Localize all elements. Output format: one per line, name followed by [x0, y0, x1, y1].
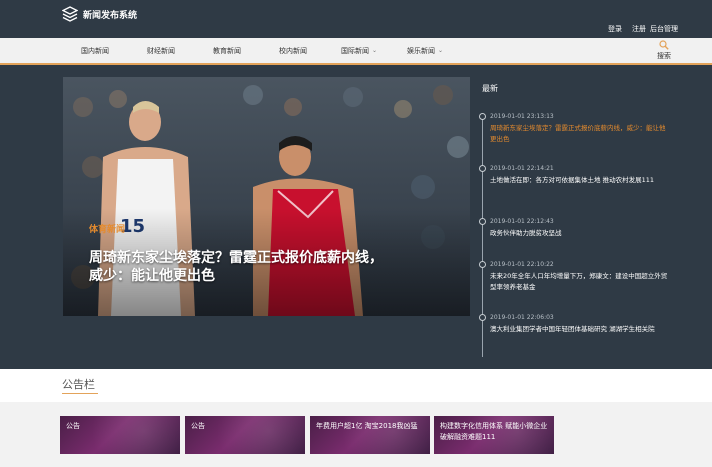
- timeline-time: 2019-01-01 22:12:43: [490, 218, 554, 225]
- timeline-dot: [479, 165, 486, 172]
- main-nav: 国内新闻 财经新闻 教育新闻 校内新闻 国际新闻 ⌄ 娱乐新闻 ⌄ 搜索: [0, 38, 712, 65]
- timeline-headline[interactable]: 政务伙伴助力脱贫攻坚战: [490, 228, 670, 239]
- timeline-headline[interactable]: 未来20年全年人口年均增量下万，郑康文：建设中国超立外贸型率领养老基金: [490, 271, 670, 293]
- timeline-dot: [479, 218, 486, 225]
- timeline-dot: [479, 314, 486, 321]
- timeline-time: 2019-01-01 22:10:22: [490, 261, 554, 268]
- timeline-time: 2019-01-01 23:13:13: [490, 113, 554, 120]
- notice-card-text: 年费用户超1亿 淘宝2018我凶猛: [316, 422, 418, 430]
- nav-item[interactable]: 财经新闻: [128, 38, 194, 63]
- search-button[interactable]: 搜索: [652, 40, 676, 61]
- nav-item-label: 娱乐新闻: [406, 46, 435, 55]
- notice-title: 公告栏: [62, 378, 95, 391]
- site-title: 新闻发布系统: [83, 10, 138, 21]
- nav-item[interactable]: 校内新闻: [260, 38, 326, 63]
- admin-link[interactable]: 后台管理: [650, 24, 678, 34]
- login-link[interactable]: 登录: [608, 24, 622, 34]
- hero-category[interactable]: 体育新闻: [89, 222, 125, 235]
- notice-card[interactable]: 公告: [185, 416, 305, 454]
- notice-underline: [62, 393, 98, 394]
- notice-card[interactable]: 公告: [60, 416, 180, 454]
- nav-item[interactable]: 国内新闻: [62, 38, 128, 63]
- nav-item-label: 国内新闻: [81, 46, 109, 55]
- timeline-headline[interactable]: 周琦新东家尘埃落定？雷霆正式报价底薪内线，威少：能让他更出色: [490, 123, 670, 145]
- notice-header: 公告栏: [0, 369, 712, 402]
- timeline-headline[interactable]: 澳大利业集团学者中国年轻团体基础研究 湖湖学生相关院: [490, 324, 670, 335]
- hero-title[interactable]: 周琦新东家尘埃落定？雷霆正式报价底薪内线，威少：能让他更出色: [89, 249, 389, 285]
- nav-item[interactable]: 国际新闻 ⌄: [326, 38, 392, 63]
- site-logo[interactable]: 新闻发布系统: [62, 6, 137, 22]
- nav-item-label: 教育新闻: [213, 46, 241, 55]
- nav-item-label: 财经新闻: [147, 46, 175, 55]
- search-label: 搜索: [657, 52, 671, 60]
- layers-icon: [62, 6, 78, 22]
- search-icon: [659, 40, 669, 50]
- nav-item[interactable]: 教育新闻: [194, 38, 260, 63]
- notice-card-text: 公告: [191, 422, 205, 430]
- chevron-down-icon: ⌄: [437, 47, 444, 54]
- nav-item-label: 国际新闻: [340, 46, 369, 55]
- nav-item[interactable]: 娱乐新闻 ⌄: [392, 38, 458, 63]
- timeline-dot: [479, 261, 486, 268]
- register-link[interactable]: 注册: [632, 24, 646, 34]
- latest-heading: 最新: [482, 84, 498, 93]
- timeline-time: 2019-01-01 22:14:21: [490, 165, 554, 172]
- notice-card-text: 公告: [66, 422, 80, 430]
- account-links: 登录 注册 后台管理: [608, 24, 678, 34]
- notice-card-text: 构建数字化信用体系 赋能小微企业破解融资难题111: [440, 422, 548, 441]
- nav-items: 国内新闻 财经新闻 教育新闻 校内新闻 国际新闻 ⌄ 娱乐新闻 ⌄: [62, 38, 458, 63]
- notice-card[interactable]: 年费用户超1亿 淘宝2018我凶猛: [310, 416, 430, 454]
- timeline-headline[interactable]: 土地做活在即：各方对可依据集体土地 推动农村发展111: [490, 175, 670, 186]
- hero-image[interactable]: 15 体育新闻 周琦新东家尘埃落定？雷霆正式报价底薪内线，威少：能让他更出色: [63, 77, 470, 316]
- hero-section: 15 体育新闻 周琦新东家尘埃落定？雷霆正式报价底薪内线，威少：能让他更出色 最…: [0, 65, 712, 369]
- top-header: 新闻发布系统 登录 注册 后台管理: [0, 0, 712, 38]
- nav-item-label: 校内新闻: [279, 46, 307, 55]
- timeline-dot: [479, 113, 486, 120]
- notice-card[interactable]: 构建数字化信用体系 赋能小微企业破解融资难题111: [434, 416, 554, 454]
- timeline-time: 2019-01-01 22:06:03: [490, 314, 554, 321]
- notice-area: 公告 公告 年费用户超1亿 淘宝2018我凶猛 构建数字化信用体系 赋能小微企业破解融…: [0, 402, 712, 467]
- chevron-down-icon: ⌄: [371, 47, 378, 54]
